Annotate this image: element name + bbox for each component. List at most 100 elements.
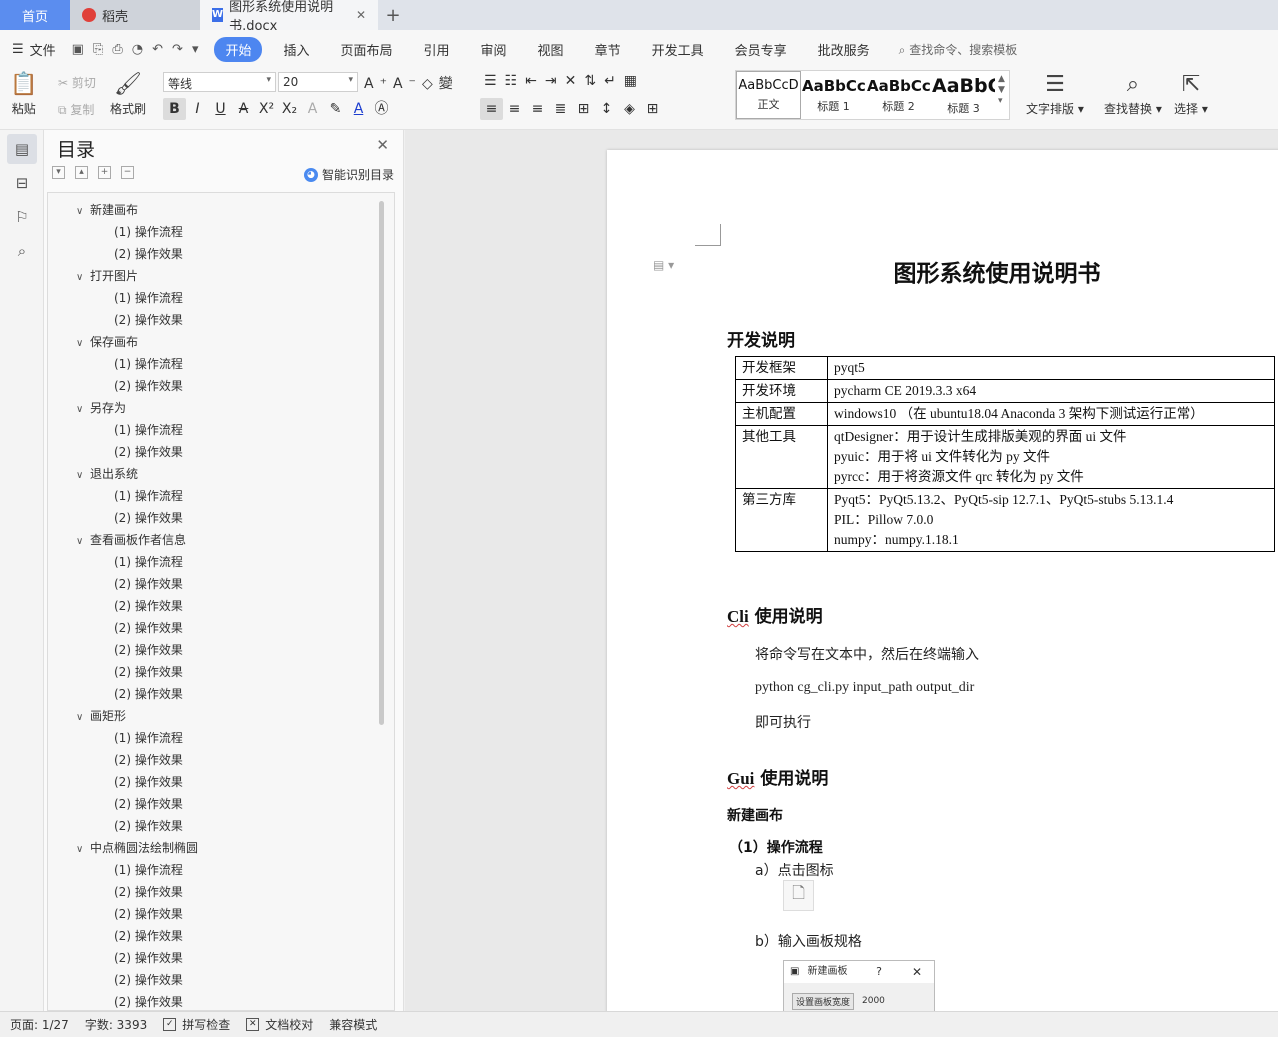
highlight-icon[interactable]: ✎ — [324, 98, 347, 120]
phonetic-icon[interactable]: 變 — [439, 76, 459, 92]
collapse-all-icon[interactable]: ▾ — [52, 166, 65, 179]
style-heading-1[interactable]: AaBbCcI 标题 1 — [801, 71, 866, 119]
print-icon[interactable]: ⎙ — [112, 42, 122, 57]
align-left-icon[interactable]: ≡ — [480, 98, 503, 120]
grow-font-icon[interactable]: A⁺ — [364, 76, 393, 92]
toc-subheading-item[interactable]: (2) 操作效果 — [48, 441, 378, 463]
remove-heading-icon[interactable]: − — [121, 166, 134, 179]
chevron-down-icon[interactable]: ∨ — [76, 531, 90, 553]
toc-subheading-item[interactable]: (2) 操作效果 — [48, 243, 378, 265]
select-button[interactable]: ⇱ 选择 ▾ — [1174, 70, 1208, 117]
toc-subheading-item[interactable]: (1) 操作流程 — [48, 419, 378, 441]
chevron-down-icon[interactable]: ∨ — [76, 399, 90, 421]
style-gallery-scroll[interactable]: ▲ ▼ ▾ — [998, 74, 1005, 107]
toc-subheading-item[interactable]: (2) 操作效果 — [48, 969, 378, 991]
toc-subheading-item[interactable]: (2) 操作效果 — [48, 815, 378, 837]
menu-tab-insert[interactable]: 插入 — [273, 36, 319, 63]
paste-button[interactable]: 📋 粘贴 — [10, 70, 37, 117]
font-name-select[interactable]: 等线 ▾ — [163, 72, 276, 92]
toc-heading-item[interactable]: ∨ 查看画板作者信息 — [48, 529, 378, 551]
menu-tab-chapter[interactable]: 章节 — [585, 36, 631, 63]
show-marks-icon[interactable]: ↵ — [604, 73, 624, 89]
shading-icon[interactable]: ◈ — [618, 98, 641, 120]
toc-subheading-item[interactable]: (2) 操作效果 — [48, 639, 378, 661]
menu-tab-start[interactable]: 开始 — [214, 36, 263, 62]
eraser-icon[interactable]: ◇ — [422, 76, 439, 92]
tab-home[interactable]: 首页 — [0, 0, 70, 30]
style-heading-2[interactable]: AaBbCcD标题 2 — [866, 71, 931, 119]
toc-panel-icon[interactable]: ▤ — [7, 134, 37, 164]
close-icon[interactable]: ✕ — [376, 136, 389, 154]
search-icon[interactable]: ⌕ — [7, 236, 37, 266]
toc-heading-item[interactable]: ∨ 画矩形 — [48, 705, 378, 727]
toc-subheading-item[interactable]: (2) 操作效果 — [48, 507, 378, 529]
distribute-icon[interactable]: ⊞ — [572, 98, 595, 120]
indent-icon[interactable]: ⇥ — [545, 73, 565, 89]
expand-all-icon[interactable]: ▴ — [75, 166, 88, 179]
toc-subheading-item[interactable]: (1) 操作流程 — [48, 859, 378, 881]
command-search[interactable]: ⌕ 查找命令、搜索模板 — [899, 41, 1018, 58]
doc-check-toggle[interactable]: ✕ 文档校对 — [246, 1016, 313, 1033]
chevron-down-icon[interactable]: ∨ — [76, 465, 90, 487]
menu-tab-layout[interactable]: 页面布局 — [331, 36, 403, 63]
toc-heading-item[interactable]: ∨ 保存画布 — [48, 331, 378, 353]
toc-subheading-item[interactable]: (1) 操作流程 — [48, 287, 378, 309]
toc-subheading-item[interactable]: (2) 操作效果 — [48, 661, 378, 683]
chevron-down-icon[interactable]: ∨ — [76, 201, 90, 223]
outdent-icon[interactable]: ⇤ — [525, 73, 545, 89]
line-spacing-icon[interactable]: ↕ — [595, 98, 618, 120]
table-icon[interactable]: ▦ — [624, 73, 645, 89]
border-icon[interactable]: ⊞ — [641, 98, 664, 120]
new-tab-button[interactable]: + — [378, 0, 408, 30]
tab-document[interactable]: W 图形系统使用说明书.docx ✕ — [200, 0, 378, 34]
toc-subheading-item[interactable]: (2) 操作效果 — [48, 771, 378, 793]
text-effect-icon[interactable]: A — [301, 98, 324, 120]
font-size-select[interactable]: 20 ▾ — [278, 72, 358, 92]
format-painter-button[interactable]: 🖌 格式刷 — [110, 70, 146, 117]
bookmark-icon[interactable]: ⚐ — [7, 202, 37, 232]
save-icon[interactable]: ▣ — [72, 42, 84, 57]
tab-daoke[interactable]: 稻壳 — [70, 0, 200, 30]
align-center-icon[interactable]: ≡ — [503, 98, 526, 120]
toc-heading-item[interactable]: ∨ 另存为 — [48, 397, 378, 419]
copy-button[interactable]: ⧉ 复制 — [58, 101, 94, 118]
word-count[interactable]: 字数: 3393 — [85, 1016, 147, 1033]
toc-heading-item[interactable]: ∨ 打开图片 — [48, 265, 378, 287]
chapter-nav-icon[interactable]: ⊟ — [7, 168, 37, 198]
chevron-down-icon[interactable]: ∨ — [76, 333, 90, 355]
toc-subheading-item[interactable]: (2) 操作效果 — [48, 573, 378, 595]
spell-check-toggle[interactable]: ✓ 拼写检查 — [163, 1016, 230, 1033]
toc-subheading-item[interactable]: (2) 操作效果 — [48, 617, 378, 639]
chevron-down-icon[interactable]: ∨ — [76, 267, 90, 289]
undo-icon[interactable]: ↶ — [152, 42, 163, 57]
superscript-icon[interactable]: X² — [255, 98, 278, 120]
toc-subheading-item[interactable]: (1) 操作流程 — [48, 353, 378, 375]
chinese-layout-icon[interactable]: ✕ — [565, 73, 585, 89]
print-preview-icon[interactable]: ◔ — [132, 42, 143, 57]
smart-toc-button[interactable]: ◕ 智能识别目录 — [303, 166, 394, 183]
toc-heading-item[interactable]: ∨ 中点椭圆法绘制椭圆 — [48, 837, 378, 859]
char-border-icon[interactable]: Ⓐ — [370, 98, 393, 120]
toc-subheading-item[interactable]: (2) 操作效果 — [48, 749, 378, 771]
bold-icon[interactable]: B — [163, 98, 186, 120]
style-heading-3[interactable]: AaBbC 标题 3 — [931, 71, 996, 119]
add-heading-icon[interactable]: + — [98, 166, 111, 179]
toc-heading-item[interactable]: ∨ 新建画布 — [48, 199, 378, 221]
italic-icon[interactable]: I — [186, 98, 209, 120]
page-indicator[interactable]: 页面: 1/27 — [10, 1016, 69, 1033]
numbered-list-icon[interactable]: ☷ — [505, 73, 526, 89]
toc-subheading-item[interactable]: (2) 操作效果 — [48, 925, 378, 947]
underline-icon[interactable]: U — [209, 98, 232, 120]
justify-icon[interactable]: ≣ — [549, 98, 572, 120]
close-tab-icon[interactable]: ✕ — [356, 8, 366, 22]
toc-subheading-item[interactable]: (2) 操作效果 — [48, 903, 378, 925]
menu-tab-review[interactable]: 审阅 — [471, 36, 517, 63]
redo-icon[interactable]: ↷ — [172, 42, 183, 57]
toc-subheading-item[interactable]: (1) 操作流程 — [48, 221, 378, 243]
export-icon[interactable]: ⎘ — [93, 42, 103, 57]
toc-subheading-item[interactable]: (1) 操作流程 — [48, 727, 378, 749]
cut-button[interactable]: ✂ 剪切 — [58, 74, 96, 91]
toc-subheading-item[interactable]: (1) 操作流程 — [48, 485, 378, 507]
shrink-font-icon[interactable]: A⁻ — [393, 76, 422, 92]
toc-scrollbar[interactable] — [379, 201, 384, 725]
